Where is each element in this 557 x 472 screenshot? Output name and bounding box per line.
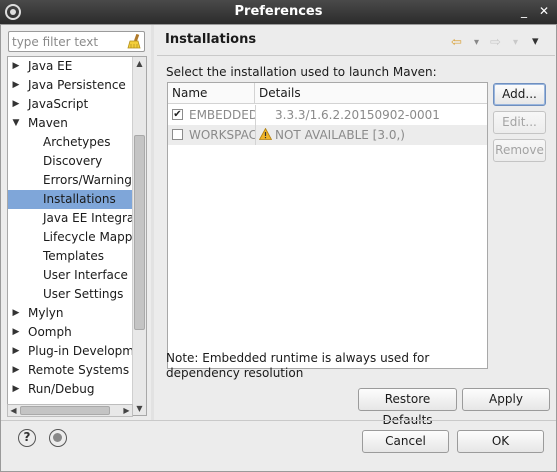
remove-button[interactable]: Remove	[493, 139, 546, 162]
column-header-name[interactable]: Name	[168, 83, 255, 104]
tree-item-remote-systems[interactable]: ▶ Remote Systems	[8, 361, 133, 380]
clear-filter-icon[interactable]	[127, 34, 141, 49]
scroll-right-arrow-icon[interactable]: ▶	[121, 405, 132, 416]
tree-item-label: Lifecycle Mappin	[43, 230, 133, 244]
tree-item-discovery[interactable]: Discovery	[8, 152, 133, 171]
back-history-chevron-icon[interactable]: ▾	[474, 37, 479, 48]
page-title: Installations	[165, 32, 257, 47]
view-menu-icon[interactable]: ▾	[532, 34, 539, 49]
instruction-label: Select the installation used to launch M…	[166, 65, 437, 79]
tree-item-label: Archetypes	[43, 135, 111, 149]
tree-item-javascript[interactable]: ▶ JavaScript	[8, 95, 133, 114]
embedded-runtime-note: Note: Embedded runtime is always used fo…	[166, 351, 430, 380]
tree-item-label: Maven	[28, 116, 68, 130]
tree-item-label: User Interface	[43, 268, 128, 282]
import-export-icon[interactable]	[49, 429, 67, 447]
tree-item-label: User Settings	[43, 287, 124, 301]
tree-item-label: Java EE	[28, 59, 73, 73]
tree-item-lifecycle-mappings[interactable]: Lifecycle Mappin	[8, 228, 133, 247]
filter-field[interactable]	[8, 31, 145, 52]
pane-divider[interactable]	[151, 25, 154, 420]
expand-arrow-icon[interactable]: ▶	[10, 342, 22, 361]
cell-divider	[255, 105, 256, 125]
back-arrow-icon[interactable]: ⇦	[451, 35, 462, 50]
tree-item-label: Java EE Integrati	[43, 211, 133, 225]
scrollbar-thumb[interactable]	[20, 406, 110, 415]
row-checkbox[interactable]: ✔	[172, 109, 183, 120]
collapse-arrow-icon[interactable]: ▼	[10, 114, 22, 133]
tree-item-label: Templates	[43, 249, 105, 263]
tree-vertical-scrollbar[interactable]: ▲ ▼	[132, 57, 146, 415]
expand-arrow-icon[interactable]: ▶	[10, 304, 22, 323]
expand-arrow-icon[interactable]: ▶	[10, 380, 22, 399]
tree-item-label: Java Persistence	[28, 78, 126, 92]
cell-divider	[255, 125, 256, 145]
installation-details: NOT AVAILABLE [3.0,)	[275, 128, 405, 142]
expand-arrow-icon[interactable]: ▶	[10, 76, 22, 95]
filter-input[interactable]	[12, 33, 124, 50]
window-title: Preferences	[234, 4, 323, 19]
tree-item-plugin-development[interactable]: ▶ Plug-in Developme	[8, 342, 133, 361]
tree-item-java-persistence[interactable]: ▶ Java Persistence	[8, 76, 133, 95]
table-row[interactable]: WORKSPACE NOT AVAILABLE [3.0,)	[168, 125, 487, 145]
expand-arrow-icon[interactable]: ▶	[10, 95, 22, 114]
restore-defaults-button[interactable]: Restore Defaults	[358, 388, 457, 427]
warning-icon	[259, 128, 272, 140]
tree-item-label: Oomph	[28, 325, 72, 339]
tree-item-label: Discovery	[43, 154, 103, 168]
tree-item-java-ee[interactable]: ▶ Java EE	[8, 57, 133, 76]
forward-history-chevron-icon[interactable]: ▾	[513, 37, 518, 48]
expand-arrow-icon[interactable]: ▶	[10, 323, 22, 342]
tree-item-templates[interactable]: Templates	[8, 247, 133, 266]
tree-item-label: Installations	[43, 192, 116, 206]
forward-arrow-icon[interactable]: ⇨	[490, 35, 501, 50]
tree-item-errors-warnings[interactable]: Errors/Warnings	[8, 171, 133, 190]
scroll-left-arrow-icon[interactable]: ◀	[8, 405, 19, 416]
tree-item-mylyn[interactable]: ▶ Mylyn	[8, 304, 133, 323]
help-icon[interactable]: ?	[18, 429, 36, 447]
tree-item-label: Remote Systems	[28, 363, 130, 377]
tree-item-user-interface[interactable]: User Interface	[8, 266, 133, 285]
installation-name: EMBEDDED	[189, 108, 255, 122]
tree-item-run-debug[interactable]: ▶ Run/Debug	[8, 380, 133, 399]
scrollbar-thumb[interactable]	[134, 135, 145, 330]
preference-tree[interactable]: ▶ Java EE ▶ Java Persistence ▶ JavaScrip…	[7, 56, 147, 416]
column-header-details[interactable]: Details	[255, 83, 487, 104]
tree-item-installations[interactable]: Installations	[8, 190, 133, 209]
scroll-down-arrow-icon[interactable]: ▼	[133, 402, 146, 415]
edit-button[interactable]: Edit...	[493, 111, 546, 134]
close-button[interactable]: ✕	[536, 3, 552, 20]
tree-horizontal-scrollbar[interactable]: ◀ ▶	[7, 404, 133, 417]
tree-item-archetypes[interactable]: Archetypes	[8, 133, 133, 152]
footer-separator	[1, 420, 556, 421]
tree-item-label: Mylyn	[28, 306, 64, 320]
cancel-button[interactable]: Cancel	[362, 430, 449, 453]
installation-name: WORKSPACE	[189, 128, 255, 142]
apply-button[interactable]: Apply	[462, 388, 550, 411]
tree-item-label: JavaScript	[28, 97, 89, 111]
installations-table[interactable]: Name Details ✔ EMBEDDED 3.3.3/1.6.2.2015…	[167, 82, 488, 369]
tree-item-label: Errors/Warnings	[43, 173, 133, 187]
tree-item-java-ee-integration[interactable]: Java EE Integrati	[8, 209, 133, 228]
preferences-dialog: ▶ Java EE ▶ Java Persistence ▶ JavaScrip…	[0, 24, 557, 472]
table-row[interactable]: ✔ EMBEDDED 3.3.3/1.6.2.20150902-0001	[168, 105, 487, 125]
tree-item-oomph[interactable]: ▶ Oomph	[8, 323, 133, 342]
ok-button[interactable]: OK	[457, 430, 544, 453]
minimize-button[interactable]: _	[516, 3, 532, 20]
expand-arrow-icon[interactable]: ▶	[10, 57, 22, 76]
header-separator	[157, 55, 555, 56]
tree-item-label: Run/Debug	[28, 382, 95, 396]
tree-item-user-settings[interactable]: User Settings	[8, 285, 133, 304]
title-bar: Preferences _ ✕	[0, 0, 557, 24]
tree-item-maven[interactable]: ▼ Maven	[8, 114, 133, 133]
tree-item-label: Plug-in Developme	[28, 344, 133, 358]
expand-arrow-icon[interactable]: ▶	[10, 361, 22, 380]
scroll-up-arrow-icon[interactable]: ▲	[133, 57, 146, 70]
row-checkbox[interactable]	[172, 129, 183, 140]
installation-details: 3.3.3/1.6.2.20150902-0001	[275, 108, 440, 122]
add-button[interactable]: Add...	[493, 83, 546, 106]
